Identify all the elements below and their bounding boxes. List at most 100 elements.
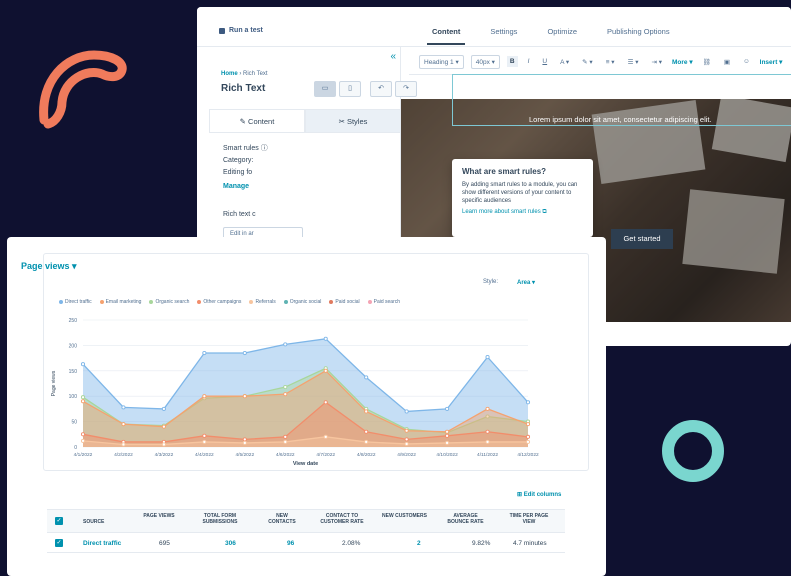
- image-icon[interactable]: ▣: [721, 56, 733, 68]
- x-tick-label: 4/10/2022: [436, 452, 458, 458]
- manage-link[interactable]: Manage: [223, 183, 249, 190]
- cell-new-customers[interactable]: 2: [417, 540, 421, 547]
- emoji-icon[interactable]: ☺: [740, 56, 753, 67]
- legend-label: Organic search: [155, 299, 190, 305]
- data-point: [525, 422, 531, 427]
- sources-table: ✓ SOURCE PAGE VIEWS TOTAL FORM SUBMISSIO…: [47, 509, 565, 569]
- data-point: [80, 395, 86, 400]
- tab-panel-content[interactable]: ✎ Content: [209, 109, 305, 133]
- insert-menu[interactable]: Insert ▾: [760, 58, 783, 66]
- legend-item[interactable]: Direct traffic: [59, 299, 92, 305]
- smart-rules-label: Smart rules ⓘ: [223, 145, 268, 152]
- bold-button[interactable]: B: [506, 56, 518, 67]
- legend-swatch: [283, 300, 288, 304]
- data-point: [121, 442, 126, 447]
- data-point: [323, 368, 328, 373]
- tab-content[interactable]: Content: [417, 27, 475, 47]
- data-point: [364, 429, 369, 434]
- popover-title: What are smart rules?: [462, 167, 547, 176]
- data-point: [525, 400, 531, 405]
- col-contact-customer-rate[interactable]: CONTACT TO CUSTOMER RATE: [317, 513, 367, 525]
- legend-item[interactable]: Email marketing: [99, 299, 141, 305]
- col-bounce-rate[interactable]: AVERAGE BOUNCE RATE: [443, 513, 488, 525]
- learn-more-link[interactable]: Learn more about smart rules ⧉: [462, 209, 583, 216]
- align-icon[interactable]: ≡ ▾: [603, 56, 618, 68]
- y-tick-label: 50: [71, 420, 77, 426]
- highlight-icon[interactable]: ✎ ▾: [579, 56, 596, 68]
- legend-swatch: [59, 300, 63, 304]
- get-started-button[interactable]: Get started: [611, 229, 673, 249]
- col-new-customers[interactable]: NEW CUSTOMERS: [382, 513, 427, 519]
- cell-source[interactable]: Direct traffic: [83, 540, 121, 547]
- style-select[interactable]: Area ▾: [517, 279, 535, 286]
- list-icon[interactable]: ☰ ▾: [625, 56, 642, 68]
- col-new-contacts[interactable]: NEW CONTACTS: [262, 513, 302, 525]
- hero-title[interactable]: Growth theme: [577, 77, 701, 97]
- desktop-icon[interactable]: ▭: [314, 81, 336, 97]
- legend-label: Paid social: [335, 299, 360, 305]
- legend-item[interactable]: Organic search: [149, 299, 189, 305]
- hero-subtitle[interactable]: Lorem ipsum dolor sit amet, consectetur …: [529, 115, 712, 124]
- underline-button[interactable]: U: [539, 56, 550, 67]
- tab-panel-styles[interactable]: ✂ Styles: [305, 109, 401, 133]
- heading-select[interactable]: Heading 1 ▾: [419, 54, 464, 69]
- legend-swatch: [249, 300, 254, 304]
- x-tick-label: 4/3/2022: [155, 452, 174, 458]
- undo-icon[interactable]: ↶: [370, 81, 392, 97]
- link-icon[interactable]: ⛓: [700, 56, 714, 68]
- select-all-checkbox[interactable]: ✓: [55, 517, 63, 525]
- indent-icon[interactable]: ⇥ ▾: [648, 56, 665, 68]
- col-time-per-view[interactable]: TIME PER PAGE VIEW: [504, 513, 554, 525]
- data-point: [404, 441, 409, 447]
- edit-columns-link[interactable]: ⊞ Edit columns: [517, 491, 561, 498]
- legend-item[interactable]: Organic social: [283, 299, 321, 305]
- text-color-button[interactable]: A ▾: [557, 56, 572, 68]
- col-page-views[interactable]: PAGE VIEWS: [139, 513, 179, 519]
- legend-item[interactable]: Paid social: [329, 299, 360, 305]
- data-point: [364, 409, 369, 414]
- mobile-icon[interactable]: ▯: [339, 81, 361, 97]
- data-point: [525, 439, 531, 444]
- breadcrumb-home[interactable]: Home: [221, 71, 238, 77]
- decorative-arc-shape: [39, 50, 127, 129]
- data-point: [80, 399, 86, 404]
- chart-title[interactable]: Page views ▾: [21, 261, 77, 272]
- x-tick-label: 4/5/2022: [235, 452, 254, 458]
- italic-button[interactable]: I: [525, 56, 533, 67]
- col-form-submissions[interactable]: TOTAL FORM SUBMISSIONS: [195, 513, 245, 525]
- data-point: [121, 422, 126, 427]
- popover-body: By adding smart rules to a module, you c…: [462, 182, 578, 204]
- data-point: [323, 434, 328, 439]
- more-menu[interactable]: More ▾: [672, 58, 693, 66]
- x-tick-label: 4/9/2022: [397, 452, 416, 458]
- data-point: [445, 433, 450, 438]
- chart-legend: Direct traffic Email marketing Organic sea…: [59, 299, 400, 305]
- legend-item[interactable]: Referrals: [249, 299, 276, 305]
- redo-icon[interactable]: ↷: [395, 81, 417, 97]
- tab-publishing-options[interactable]: Publishing Options: [592, 27, 685, 47]
- table-row[interactable]: ✓ Direct traffic 695 306 96 2.08% 2 9.82…: [47, 533, 565, 553]
- data-point: [80, 432, 86, 437]
- data-point: [161, 406, 166, 411]
- x-tick-label: 4/2/2022: [114, 452, 133, 458]
- x-tick-label: 4/6/2022: [276, 452, 295, 458]
- legend-item[interactable]: Other campaigns: [197, 299, 241, 305]
- legend-swatch: [149, 300, 154, 304]
- col-source[interactable]: SOURCE: [83, 519, 104, 525]
- data-point: [485, 429, 490, 434]
- decorative-ring-shape: [662, 420, 724, 482]
- tab-optimize[interactable]: Optimize: [532, 27, 592, 47]
- collapse-panel-icon[interactable]: «: [390, 51, 396, 62]
- cell-form-submissions[interactable]: 306: [225, 540, 236, 547]
- y-tick-label: 100: [69, 394, 78, 400]
- cell-new-contacts[interactable]: 96: [287, 540, 294, 547]
- row-checkbox[interactable]: ✓: [55, 539, 63, 547]
- legend-item[interactable]: Paid search: [367, 299, 400, 305]
- data-point: [242, 394, 247, 399]
- tab-settings[interactable]: Settings: [475, 27, 532, 47]
- data-point: [202, 394, 207, 399]
- cell-bounce-rate: 9.82%: [472, 540, 491, 547]
- font-size-select[interactable]: 40px ▾: [470, 54, 500, 69]
- data-point: [364, 375, 369, 380]
- run-test-button[interactable]: Run a test: [219, 27, 263, 34]
